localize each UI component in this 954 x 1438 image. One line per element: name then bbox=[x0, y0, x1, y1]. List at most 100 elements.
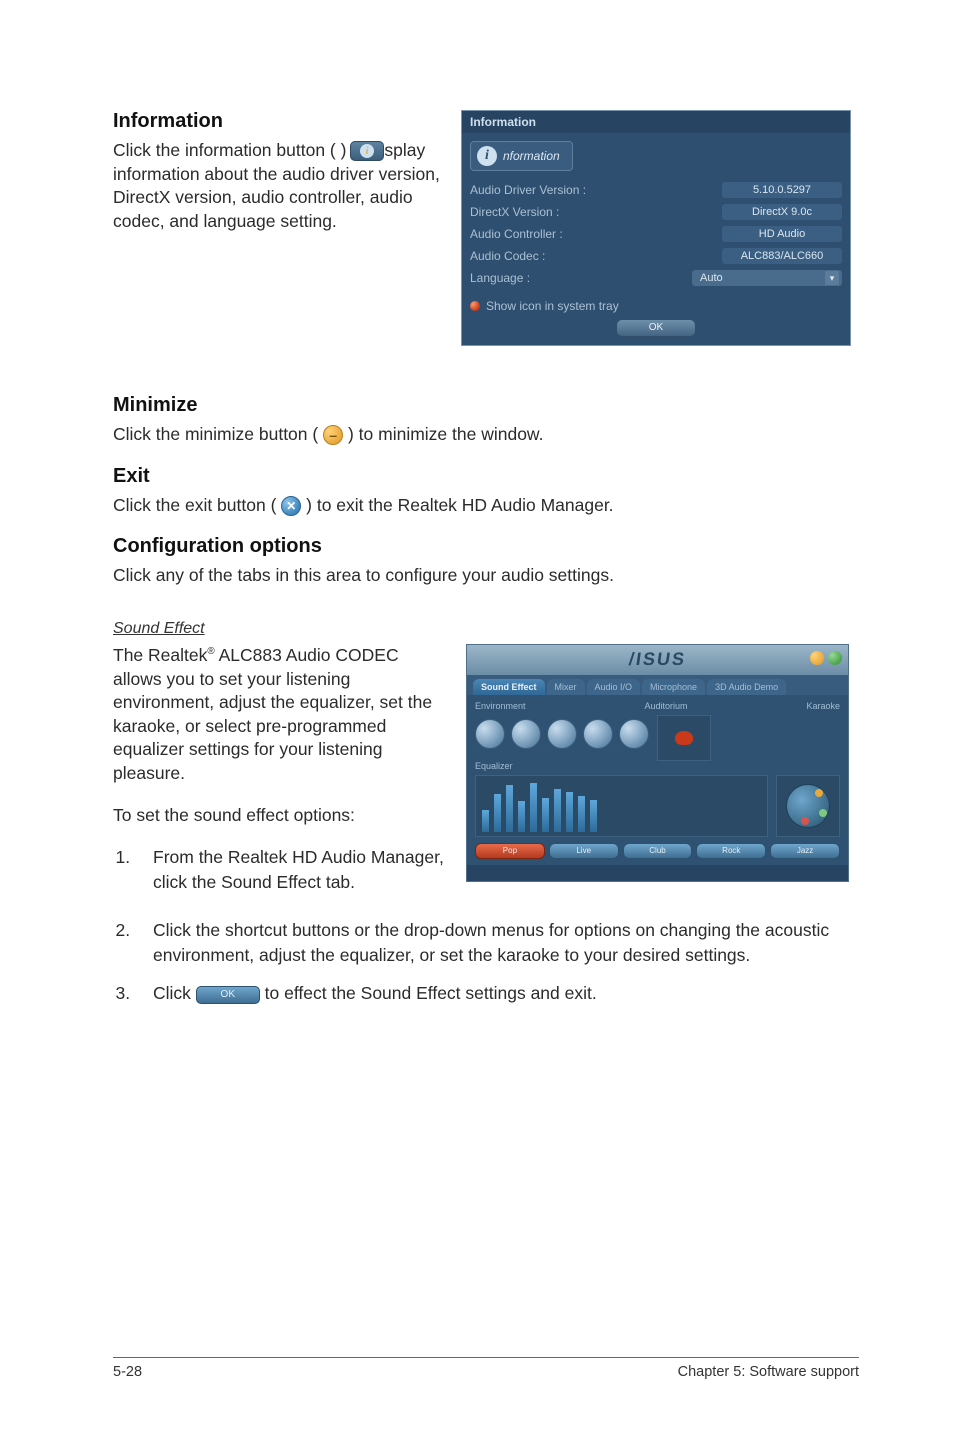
info-row-directx: DirectX Version : DirectX 9.0c bbox=[470, 201, 842, 223]
asus-logo: /ISUS bbox=[628, 649, 688, 670]
config-body: Click any of the tabs in this area to co… bbox=[113, 564, 859, 588]
eq-band[interactable] bbox=[506, 785, 513, 832]
info-label: Audio Codec : bbox=[470, 249, 545, 263]
min-body-post: ) to minimize the window. bbox=[348, 424, 544, 444]
info-label: DirectX Version : bbox=[470, 205, 559, 219]
tab-mixer[interactable]: Mixer bbox=[547, 679, 585, 695]
chapter-label: Chapter 5: Software support bbox=[678, 1364, 859, 1380]
information-heading: Information bbox=[113, 110, 443, 133]
eq-band[interactable] bbox=[482, 810, 489, 832]
step-3: Click OK to effect the Sound Effect sett… bbox=[135, 981, 859, 1006]
info-button-icon bbox=[350, 141, 384, 161]
sound-effect-para: The Realtek® ALC883 Audio CODEC allows y… bbox=[113, 644, 448, 786]
eq-band[interactable] bbox=[566, 792, 573, 832]
sound-effect-panel: /ISUS Sound Effect Mixer Audio I/O Micro… bbox=[466, 644, 849, 882]
equalizer-label: Equalizer bbox=[475, 761, 513, 771]
preset-button[interactable]: Rock bbox=[696, 843, 766, 859]
page-number: 5-28 bbox=[113, 1364, 142, 1380]
karaoke-box[interactable] bbox=[657, 715, 711, 761]
eq-band[interactable] bbox=[554, 789, 561, 832]
minimize-heading: Minimize bbox=[113, 394, 859, 417]
preset-button[interactable]: Club bbox=[623, 843, 693, 859]
step-1: From the Realtek HD Audio Manager, click… bbox=[135, 845, 448, 894]
se-para-text: ALC883 Audio CODEC allows you to set you… bbox=[113, 645, 432, 783]
show-tray-option[interactable]: Show icon in system tray bbox=[462, 295, 850, 319]
language-value: Auto bbox=[700, 272, 723, 284]
equalizer-sliders[interactable] bbox=[475, 775, 768, 837]
chevron-down-icon[interactable]: ▾ bbox=[825, 271, 839, 285]
info-value: 5.10.0.5297 bbox=[722, 182, 842, 198]
karaoke-label: Karaoke bbox=[806, 701, 840, 711]
se-tabs: Sound Effect Mixer Audio I/O Microphone … bbox=[467, 675, 848, 695]
auditorium-label: Auditorium bbox=[644, 701, 687, 711]
info-label: Language : bbox=[470, 271, 530, 285]
minimize-icon: – bbox=[323, 425, 343, 445]
close-icon: ✕ bbox=[281, 496, 301, 516]
step-2: Click the shortcut buttons or the drop-d… bbox=[135, 918, 859, 967]
tab-sound-effect[interactable]: Sound Effect bbox=[473, 679, 545, 695]
minimize-icon[interactable] bbox=[810, 651, 824, 665]
exit-body-pre: Click the exit button ( bbox=[113, 495, 276, 515]
info-row-driver: Audio Driver Version : 5.10.0.5297 bbox=[470, 179, 842, 201]
preset-button[interactable]: Pop bbox=[475, 843, 545, 859]
eq-band[interactable] bbox=[518, 801, 525, 832]
eq-band[interactable] bbox=[590, 800, 597, 832]
tab-3d-demo[interactable]: 3D Audio Demo bbox=[707, 679, 786, 695]
sound-effect-subheading: Sound Effect bbox=[113, 620, 859, 638]
registered-mark: ® bbox=[207, 646, 214, 657]
preset-button[interactable]: Jazz bbox=[770, 843, 840, 859]
set-options-intro: To set the sound effect options: bbox=[113, 804, 448, 828]
preset-button[interactable]: Live bbox=[549, 843, 619, 859]
step3-pre: Click bbox=[153, 983, 196, 1003]
info-row-codec: Audio Codec : ALC883/ALC660 bbox=[470, 245, 842, 267]
step3-post: to effect the Sound Effect settings and … bbox=[265, 983, 597, 1003]
eq-band[interactable] bbox=[578, 796, 585, 832]
karaoke-icon bbox=[675, 731, 693, 745]
close-icon[interactable] bbox=[828, 651, 842, 665]
info-label: Audio Controller : bbox=[470, 227, 563, 241]
eq-band[interactable] bbox=[542, 798, 549, 832]
min-body-pre: Click the minimize button ( bbox=[113, 424, 318, 444]
eq-band[interactable] bbox=[530, 783, 537, 832]
info-value: DirectX 9.0c bbox=[722, 204, 842, 220]
se-footer-bar bbox=[467, 865, 848, 881]
env-preset-button[interactable] bbox=[511, 719, 541, 749]
eq-dial[interactable] bbox=[786, 784, 830, 828]
info-panel-tab[interactable]: i nformation bbox=[470, 141, 573, 171]
information-panel: Information i nformation Audio Driver Ve… bbox=[461, 110, 851, 346]
ok-button-inline[interactable]: OK bbox=[196, 986, 260, 1004]
tab-audio-io[interactable]: Audio I/O bbox=[587, 679, 641, 695]
info-icon: i bbox=[477, 146, 497, 166]
eq-band[interactable] bbox=[494, 794, 501, 832]
info-label: Audio Driver Version : bbox=[470, 183, 586, 197]
info-value: HD Audio bbox=[722, 226, 842, 242]
tab-microphone[interactable]: Microphone bbox=[642, 679, 705, 695]
exit-body-post: ) to exit the Realtek HD Audio Manager. bbox=[306, 495, 613, 515]
info-row-controller: Audio Controller : HD Audio bbox=[470, 223, 842, 245]
se-header: /ISUS bbox=[467, 645, 848, 675]
ok-button[interactable]: OK bbox=[616, 319, 696, 337]
minimize-body: Click the minimize button ( – ) to minim… bbox=[113, 423, 859, 447]
information-body: Click the information button ( ) to disp… bbox=[113, 139, 443, 234]
environment-presets bbox=[475, 715, 649, 757]
env-preset-button[interactable] bbox=[583, 719, 613, 749]
config-heading: Configuration options bbox=[113, 535, 859, 558]
page-footer: 5-28 Chapter 5: Software support bbox=[113, 1357, 859, 1380]
show-tray-label: Show icon in system tray bbox=[486, 299, 619, 313]
info-row-language: Language : Auto ▾ bbox=[470, 267, 842, 289]
exit-heading: Exit bbox=[113, 465, 859, 488]
brand-pre: The Realtek bbox=[113, 645, 207, 665]
environment-label: Environment bbox=[475, 701, 526, 711]
env-preset-button[interactable] bbox=[619, 719, 649, 749]
info-body-text: Click the information button ( ) to disp… bbox=[113, 140, 440, 231]
exit-body: Click the exit button ( ✕ ) to exit the … bbox=[113, 494, 859, 518]
env-preset-button[interactable] bbox=[547, 719, 577, 749]
info-value: ALC883/ALC660 bbox=[722, 248, 842, 264]
info-tab-label: nformation bbox=[503, 149, 560, 163]
env-preset-button[interactable] bbox=[475, 719, 505, 749]
language-dropdown[interactable]: Auto ▾ bbox=[692, 270, 842, 286]
radio-icon[interactable] bbox=[470, 301, 480, 311]
eq-dial-box bbox=[776, 775, 840, 837]
info-panel-title: Information bbox=[462, 111, 850, 133]
eq-preset-row: Pop Live Club Rock Jazz bbox=[475, 837, 840, 861]
